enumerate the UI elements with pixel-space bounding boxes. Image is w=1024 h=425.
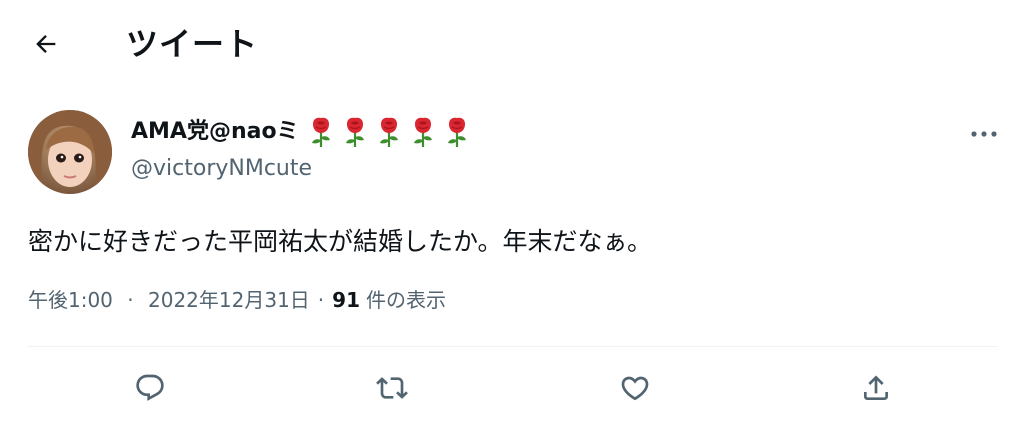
rose-emoji-icon bbox=[413, 117, 432, 147]
tweet-time: 午後1:00 bbox=[28, 288, 113, 312]
tweet-meta: 午後1:00 · 2022年12月31日 · 91 件の表示 bbox=[28, 284, 446, 316]
like-button[interactable] bbox=[613, 366, 657, 410]
arrow-left-icon bbox=[36, 35, 56, 53]
rose-emoji-icon bbox=[345, 117, 364, 147]
reply-icon bbox=[136, 374, 164, 401]
back-button[interactable] bbox=[28, 26, 64, 62]
rose-emoji-icon bbox=[311, 117, 330, 147]
views-label: 件の表示 bbox=[366, 288, 446, 312]
user-handle[interactable]: @victoryNMcute bbox=[131, 154, 312, 184]
more-options-button[interactable] bbox=[964, 118, 1004, 150]
page-title: ツイート bbox=[126, 25, 259, 63]
meta-separator: · bbox=[317, 288, 325, 312]
profile-photo bbox=[28, 110, 112, 194]
heart-icon bbox=[621, 376, 649, 401]
more-dots-icon bbox=[971, 131, 997, 137]
tweet-text: 密かに好きだった平岡祐太が結婚したか。年末だなぁ。 bbox=[28, 227, 653, 256]
share-button[interactable] bbox=[854, 366, 898, 410]
tweet-header: ツイート bbox=[0, 0, 1024, 90]
rose-emoji-icon bbox=[379, 117, 398, 147]
author-name-row: AMA党@naoミ bbox=[131, 116, 471, 148]
avatar[interactable] bbox=[28, 110, 112, 194]
divider bbox=[28, 346, 998, 347]
name-emoji-group bbox=[307, 116, 471, 148]
tweet-timestamp[interactable]: 午後1:00 · 2022年12月31日 bbox=[28, 284, 310, 316]
rose-emoji-icon bbox=[447, 117, 466, 147]
meta-separator: · bbox=[127, 288, 134, 312]
retweet-icon bbox=[376, 377, 408, 399]
reply-button[interactable] bbox=[128, 366, 172, 410]
retweet-button[interactable] bbox=[370, 366, 414, 410]
share-icon bbox=[864, 375, 888, 400]
views-link[interactable]: 91 件の表示 bbox=[332, 284, 446, 316]
views-count: 91 bbox=[332, 288, 360, 312]
display-name[interactable]: AMA党@naoミ bbox=[131, 116, 299, 148]
tweet-date: 2022年12月31日 bbox=[148, 288, 310, 312]
tweet-actions bbox=[0, 360, 1024, 416]
